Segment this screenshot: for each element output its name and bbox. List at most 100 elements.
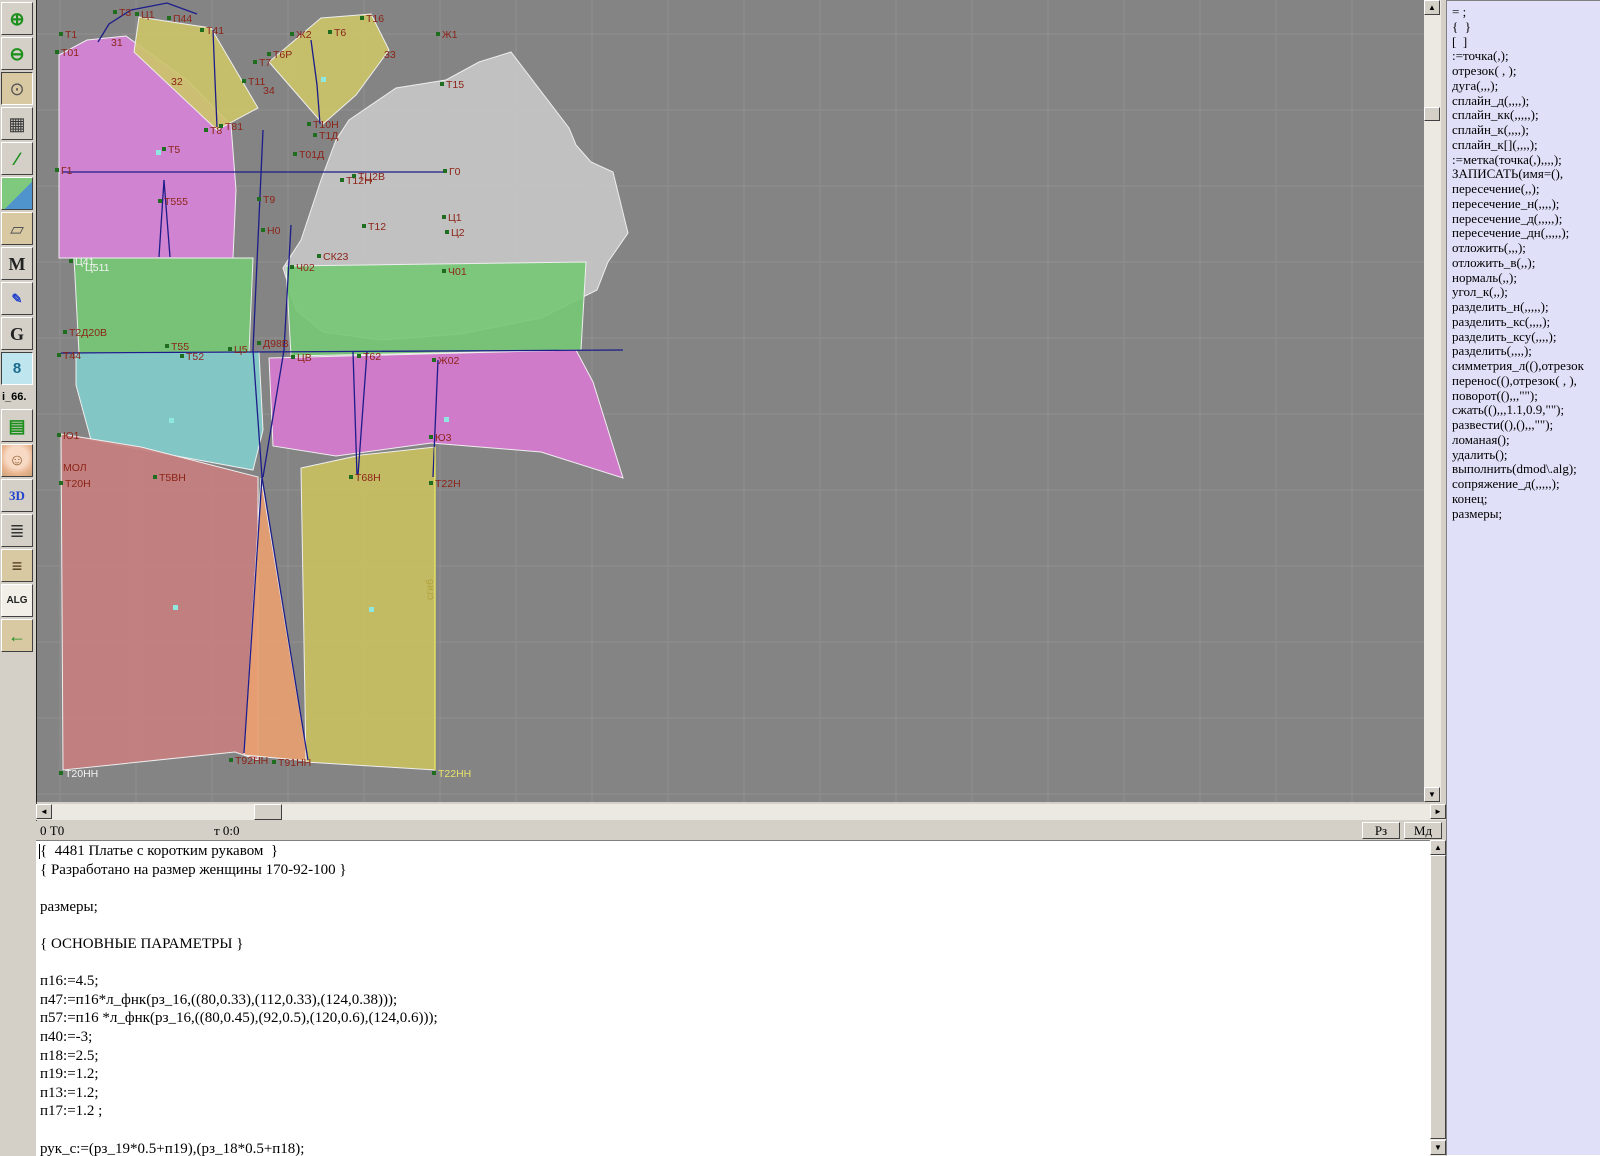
command-item[interactable]: :=метка(точка(,),,,,); [1452, 152, 1600, 167]
command-item[interactable]: пересечение_н(,,,,); [1452, 196, 1600, 211]
pattern-point-label: Ю3 [435, 432, 452, 444]
command-item[interactable]: пересечение_дн(,,,,,); [1452, 225, 1600, 240]
command-item[interactable]: [ ] [1452, 34, 1600, 49]
command-item[interactable]: конец; [1452, 491, 1600, 506]
preview-pattern-icon[interactable]: ⊙ [1, 72, 33, 105]
command-item[interactable]: ЗАПИСАТЬ(имя=(), [1452, 166, 1600, 181]
drafting-tools-icon[interactable]: ✎ [1, 282, 33, 315]
scroll-down-icon[interactable]: ▼ [1424, 787, 1440, 802]
3d-view-icon[interactable]: 3D [1, 479, 33, 512]
scroll-up-icon[interactable]: ▲ [1424, 0, 1440, 15]
table-chart-icon[interactable]: ▤ [1, 409, 33, 442]
command-item[interactable]: = ; [1452, 4, 1600, 19]
editor-line[interactable]: { Разработано на размер женщины 170-92-1… [40, 862, 438, 881]
editor-line[interactable]: { 4481 Платье с коротким рукавом } [40, 843, 438, 862]
point-marker [442, 269, 446, 273]
command-item[interactable]: отрезок( , ); [1452, 63, 1600, 78]
pattern-piece-midriff-right[interactable] [269, 350, 623, 478]
editor-line[interactable]: п18:=2.5; [40, 1048, 438, 1067]
editor-scroll-thumb[interactable] [1430, 855, 1446, 1139]
editor-line[interactable]: п13:=1.2; [40, 1085, 438, 1104]
scroll-left-icon[interactable]: ◄ [36, 804, 52, 819]
command-item[interactable]: перенос((),отрезок( , ), [1452, 373, 1600, 388]
exit-book-icon[interactable]: ← [1, 619, 33, 652]
editor-line[interactable] [40, 917, 438, 936]
canvas-area[interactable]: Т3Ц1П44Т41Ж2Т6Т16Ж1Т1Т013132Т7Т6РТ113433… [36, 0, 1424, 802]
measure-line-icon[interactable]: ∕ [1, 142, 33, 175]
command-item[interactable]: отложить_в(,,); [1452, 255, 1600, 270]
pattern-point-label: П44 [173, 13, 192, 25]
editor-line[interactable]: { ОСНОВНЫЕ ПАРАМЕТРЫ } [40, 936, 438, 955]
command-item[interactable]: сжать((),,,1.1,0.9,""); [1452, 402, 1600, 417]
pattern-canvas[interactable]: Т3Ц1П44Т41Ж2Т6Т16Ж1Т1Т013132Т7Т6РТ113433… [37, 0, 1424, 802]
command-item[interactable]: ломаная(); [1452, 432, 1600, 447]
command-item[interactable]: выполнить(dmod\.alg); [1452, 461, 1600, 476]
ruler-8-icon[interactable]: 8 [1, 352, 33, 385]
scroll-up-icon[interactable]: ▲ [1430, 840, 1446, 855]
command-item[interactable]: симметрия_л((),отрезок [1452, 358, 1600, 373]
command-item[interactable]: сопряжение_д(,,,,,); [1452, 476, 1600, 491]
command-item[interactable]: развести((),(),,,""); [1452, 417, 1600, 432]
editor-line[interactable]: п47:=п16*л_фнк(рз_16,((80,0.33),(112,0.3… [40, 992, 438, 1011]
command-item[interactable]: отложить(,,,); [1452, 240, 1600, 255]
editor-line[interactable]: размеры; [40, 899, 438, 918]
scroll-right-icon[interactable]: ► [1430, 804, 1446, 819]
command-item[interactable]: сплайн_к(,,,,); [1452, 122, 1600, 137]
g-curves-icon[interactable]: G [1, 317, 33, 350]
horizontal-scroll-thumb[interactable] [254, 804, 282, 820]
editor-line[interactable]: п17:=1.2 ; [40, 1103, 438, 1122]
program-editor[interactable]: { 4481 Платье с коротким рукавом }{ Разр… [36, 840, 1446, 1156]
scroll-down-icon[interactable]: ▼ [1430, 1140, 1446, 1155]
canvas-vertical-scrollbar[interactable]: ▲ ▼ [1424, 0, 1441, 802]
command-item[interactable]: пересечение_д(,,,,,); [1452, 211, 1600, 226]
zoom-in-icon[interactable]: ⊕ [1, 2, 33, 35]
editor-line[interactable] [40, 955, 438, 974]
point-marker [340, 178, 344, 182]
command-item[interactable]: сплайн_кк(,,,,,); [1452, 107, 1600, 122]
pattern-piece-waistband-right[interactable] [286, 262, 586, 356]
command-item[interactable]: сплайн_д(,,,,); [1452, 93, 1600, 108]
point-marker [165, 344, 169, 348]
grid-icon[interactable]: ▦ [1, 107, 33, 140]
command-item[interactable]: :=точка(,); [1452, 48, 1600, 63]
editor-scrollbar[interactable]: ▲ ▼ [1430, 840, 1446, 1156]
command-item[interactable]: { } [1452, 19, 1600, 34]
command-item[interactable]: пересечение(,,); [1452, 181, 1600, 196]
editor-line[interactable] [40, 1122, 438, 1141]
text-list-icon[interactable]: ≣ [1, 514, 33, 547]
command-item[interactable]: поворот((),,,""); [1452, 388, 1600, 403]
command-item[interactable]: удалить(); [1452, 447, 1600, 462]
books-icon[interactable]: ≡ [1, 549, 33, 582]
editor-line[interactable]: п40:=-3; [40, 1029, 438, 1048]
command-item[interactable]: нормаль(,,); [1452, 270, 1600, 285]
pattern-card-icon[interactable]: ▱ [1, 212, 33, 245]
m-document-icon[interactable]: M [1, 247, 33, 280]
editor-line[interactable]: п19:=1.2; [40, 1066, 438, 1085]
alg-document-icon[interactable]: ALG [1, 584, 33, 617]
point-marker [59, 32, 63, 36]
zoom-out-icon[interactable]: ⊖ [1, 37, 33, 70]
point-marker [135, 12, 139, 16]
model-photo-icon[interactable]: ☺ [1, 444, 33, 477]
point-marker [261, 228, 265, 232]
command-item[interactable]: угол_к(,,); [1452, 284, 1600, 299]
canvas-horizontal-scrollbar[interactable]: ◄ ► [36, 804, 1446, 820]
command-item[interactable]: разделить(,,,,); [1452, 343, 1600, 358]
pattern-piece-skirt-right[interactable] [301, 447, 435, 770]
rz-button[interactable]: Рз [1362, 822, 1400, 839]
editor-line[interactable]: п57:=п16 *л_фнк(рз_16,((80,0.45),(92,0.5… [40, 1010, 438, 1029]
pattern-point-label: Т92НН [235, 755, 268, 767]
picture-icon[interactable] [1, 177, 33, 210]
command-item[interactable]: разделить_н(,,,,,); [1452, 299, 1600, 314]
editor-line[interactable]: рук_с:=(рз_19*0.5+п19),(рз_18*0.5+п18); [40, 1141, 438, 1156]
editor-text[interactable]: { 4481 Платье с коротким рукавом }{ Разр… [40, 843, 438, 1156]
editor-line[interactable] [40, 880, 438, 899]
command-item[interactable]: дуга(,,,); [1452, 78, 1600, 93]
command-item[interactable]: размеры; [1452, 506, 1600, 521]
editor-line[interactable]: п16:=4.5; [40, 973, 438, 992]
vertical-scroll-thumb[interactable] [1424, 107, 1440, 121]
command-item[interactable]: разделить_кс(,,,,); [1452, 314, 1600, 329]
command-item[interactable]: разделить_ксу(,,,,); [1452, 329, 1600, 344]
command-item[interactable]: сплайн_к[](,,,,); [1452, 137, 1600, 152]
md-button[interactable]: Мд [1404, 822, 1442, 839]
